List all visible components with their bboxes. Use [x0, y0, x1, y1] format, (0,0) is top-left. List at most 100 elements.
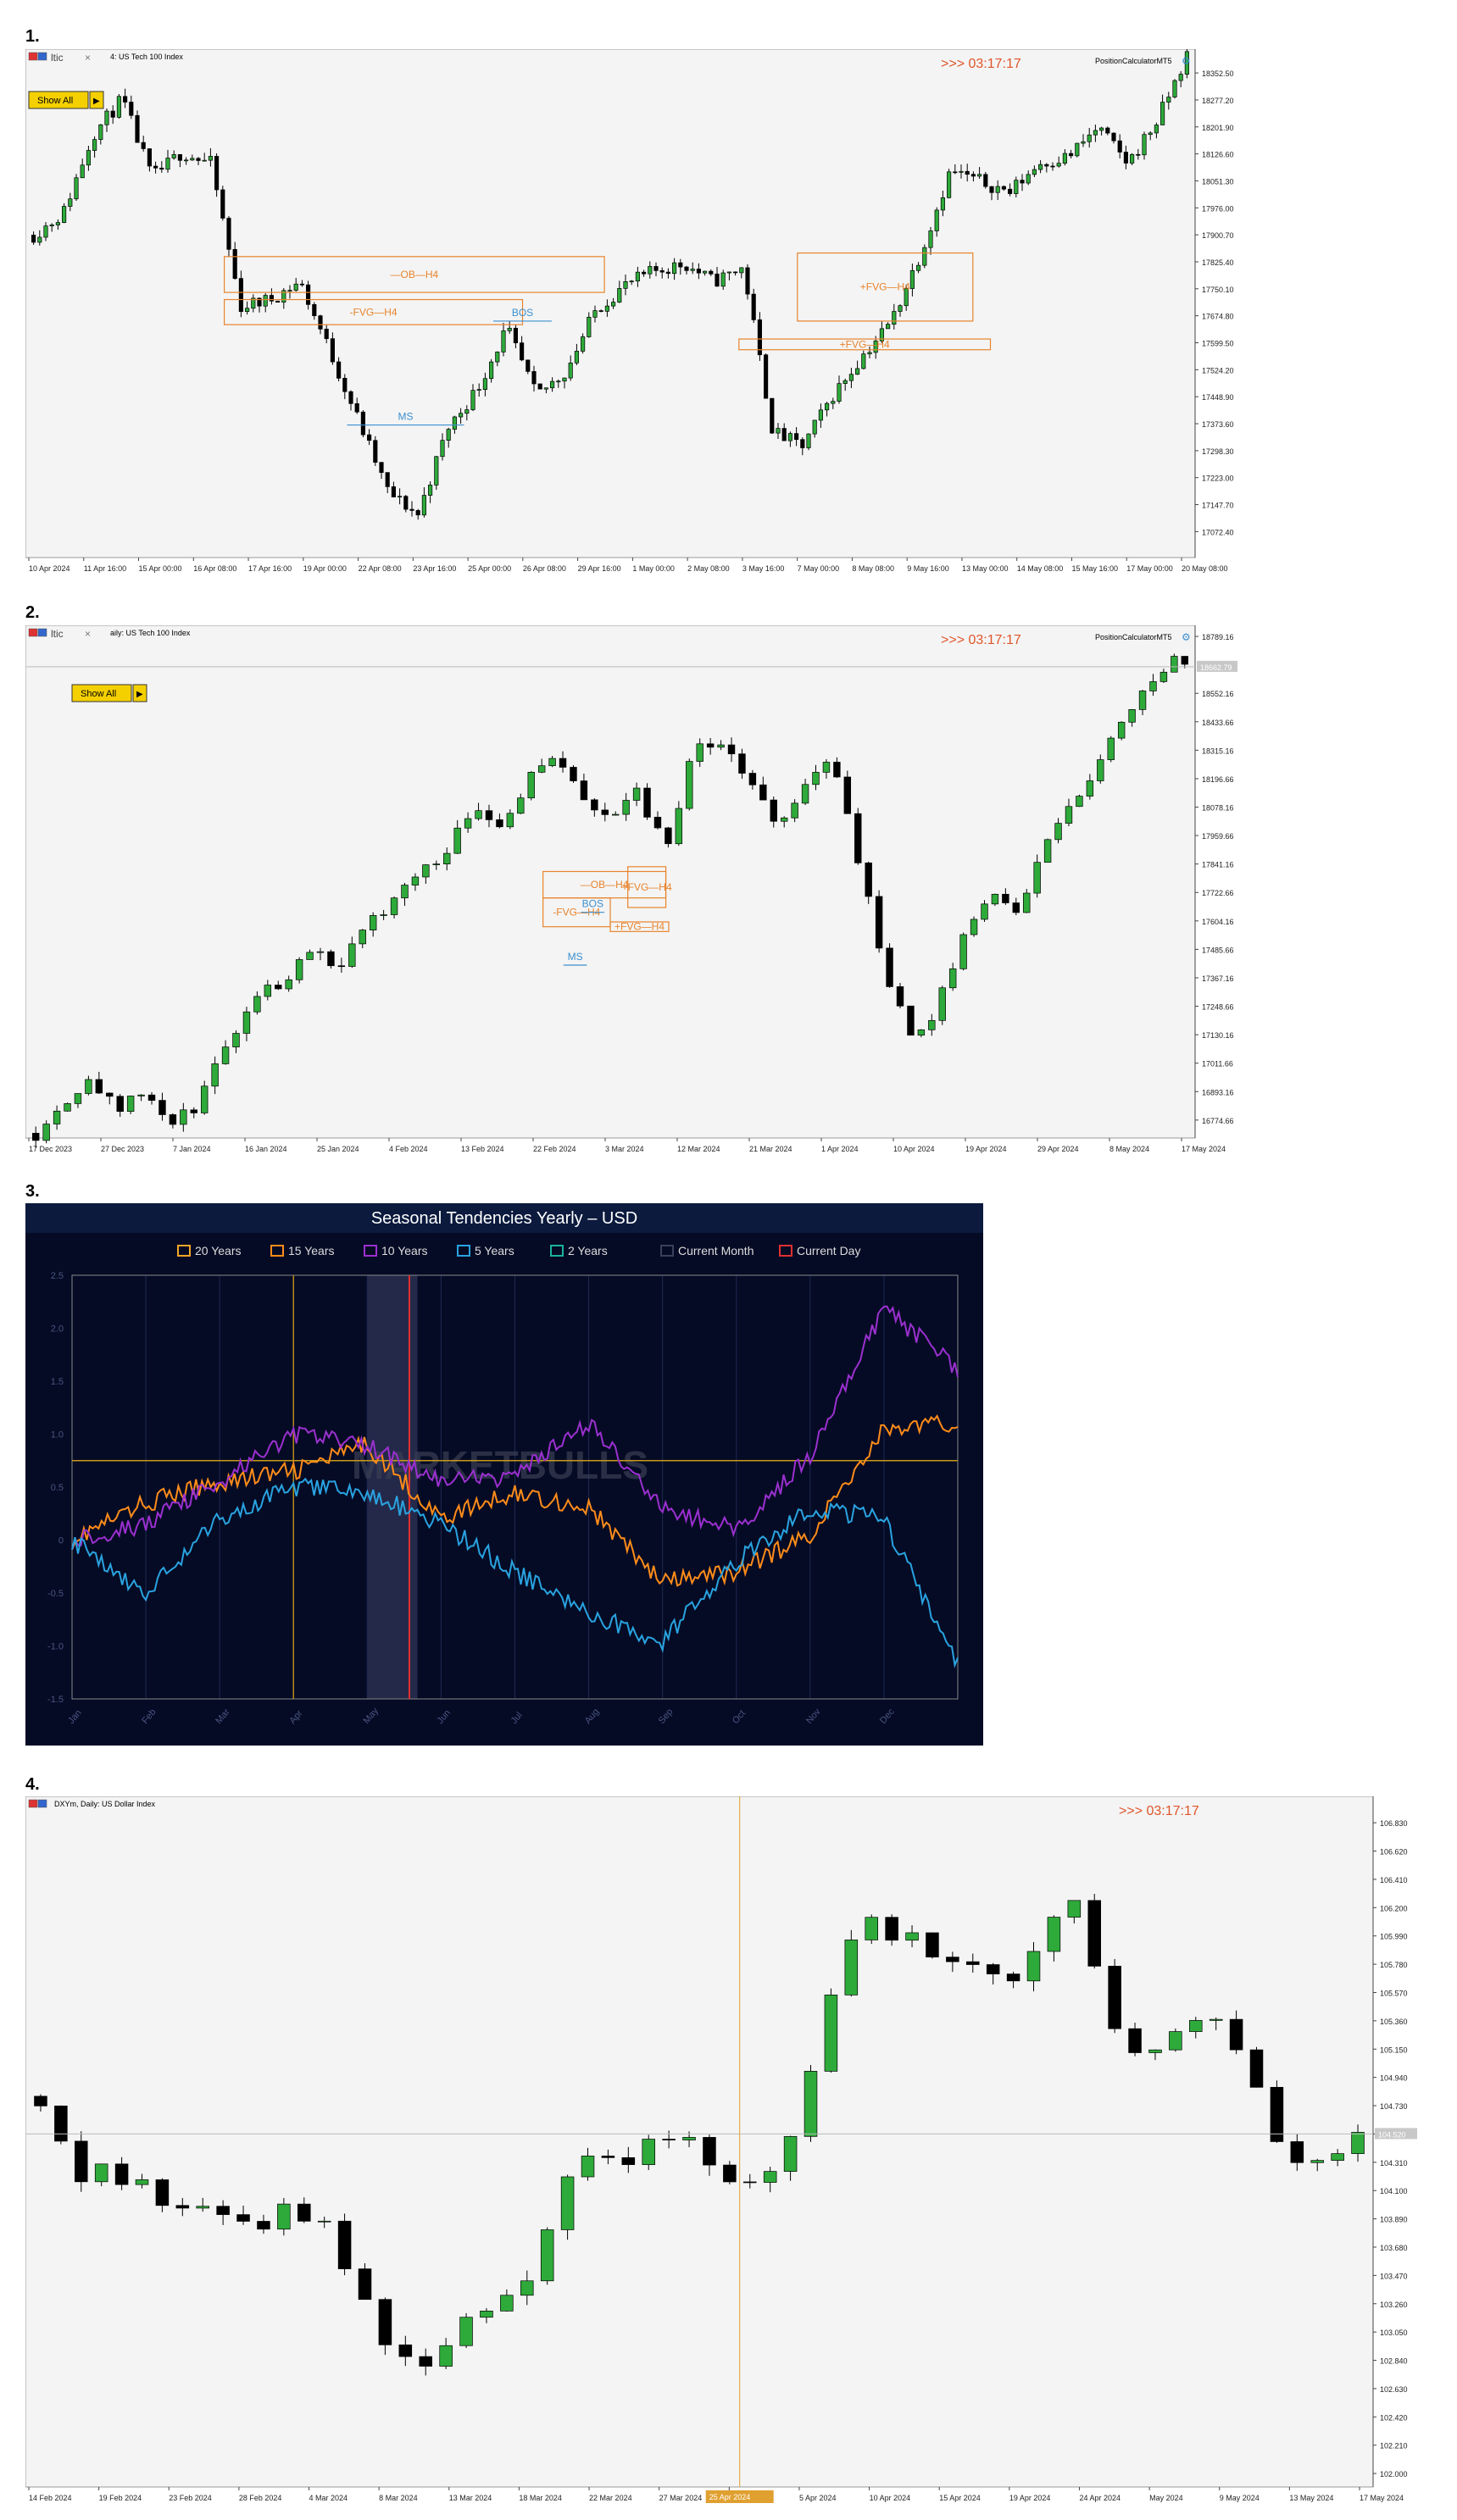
- candle-bear: [591, 799, 598, 811]
- candle-bull: [726, 271, 731, 274]
- y-tick-label: 17722.66: [1202, 889, 1234, 897]
- candle-bull: [80, 164, 85, 179]
- candle-bull: [905, 1932, 919, 1941]
- candle-bear: [232, 248, 237, 279]
- candle-bull: [611, 302, 616, 307]
- candle-bull: [1014, 180, 1019, 194]
- x-tick-label: 9 May 2024: [1220, 2494, 1260, 2502]
- candle-bear: [1001, 186, 1006, 190]
- candle-bear: [759, 784, 767, 801]
- candle-bear: [1012, 902, 1020, 913]
- x-tick-label: 17 May 2024: [1360, 2494, 1404, 2502]
- candle-bull: [221, 1046, 230, 1064]
- chart-title: Seasonal Tendencies Yearly – USD: [371, 1209, 637, 1228]
- candle-bear: [843, 776, 852, 814]
- y-tick-label: 103.260: [1380, 2301, 1408, 2309]
- candle-bull: [42, 1124, 50, 1141]
- candle-bear: [216, 2206, 230, 2215]
- candle-bull: [1033, 862, 1041, 894]
- candle-bull: [434, 456, 439, 486]
- x-tick-label: 17 May 00:00: [1126, 564, 1173, 573]
- candle-bull: [1056, 163, 1061, 167]
- candle-bull: [672, 262, 677, 275]
- chart-label-1: 1.: [25, 27, 40, 46]
- x-tick-label: 13 May 2024: [1289, 2494, 1333, 2502]
- candle-bear: [141, 142, 146, 149]
- candle-bear: [642, 271, 647, 275]
- candle-bear: [513, 327, 518, 344]
- candle-bear: [715, 273, 720, 287]
- candle-bull: [780, 817, 788, 822]
- candle-bear: [559, 758, 567, 768]
- candle-bull: [401, 885, 409, 899]
- candle-bear: [114, 2163, 129, 2185]
- candle-bull: [622, 800, 630, 815]
- position-calculator-label: PositionCalculatorMT5: [1095, 57, 1172, 65]
- candle-bull: [843, 380, 848, 384]
- y-tick-label: 17223.00: [1202, 475, 1234, 483]
- calculator-icon: ⚙: [1182, 631, 1191, 643]
- candle-bear: [398, 2344, 413, 2357]
- show-all-button[interactable]: Show All ▶: [71, 684, 147, 702]
- chart-1-nasdaq-h1[interactable]: 18352.50 18277.20 18201.90 18126.60 18051.30…: [25, 49, 1246, 576]
- candle-bull: [1067, 1900, 1082, 1918]
- candle-bull: [263, 295, 268, 307]
- candle-bull: [690, 269, 695, 271]
- candle-bear: [794, 433, 799, 441]
- candle-bear: [1123, 152, 1128, 164]
- candle-bear: [220, 189, 225, 219]
- candle-bull: [543, 387, 548, 390]
- candle-bull: [825, 402, 830, 411]
- candle-bull: [1097, 759, 1104, 781]
- candle-bull: [94, 2163, 108, 2183]
- candle-bull: [1023, 892, 1031, 913]
- candle-bull: [476, 389, 481, 391]
- candle-bear: [983, 174, 988, 187]
- candle-bull: [517, 797, 525, 814]
- show-all-button[interactable]: Show All ▶: [28, 91, 104, 109]
- candle-bear: [580, 780, 588, 801]
- candle-bear: [196, 158, 201, 161]
- countdown-timer: >>> 03:17:17: [1119, 1804, 1199, 1818]
- candle-bull: [865, 1917, 878, 1940]
- y-tick-label: 17147.70: [1202, 502, 1234, 510]
- y-tick-label: 17072.40: [1202, 528, 1234, 536]
- y-tick-label: 102.000: [1380, 2470, 1408, 2478]
- y-tick-label: 1.0: [51, 1430, 64, 1440]
- candle-bull: [1154, 125, 1159, 134]
- y-tick-label: 17298.30: [1202, 447, 1234, 456]
- candle-bear: [106, 1092, 114, 1097]
- y-tick-label: 0: [58, 1536, 64, 1546]
- y-tick-label: 102.840: [1380, 2357, 1408, 2366]
- candle-bull: [947, 171, 952, 198]
- candle-bull: [495, 352, 500, 363]
- candle-bull: [1149, 681, 1157, 691]
- candle-bull: [1117, 721, 1126, 739]
- chart-2-nasdaq-daily[interactable]: 18789.16 18552.16 18433.66 18315.16 18196.66…: [25, 625, 1237, 1155]
- candle-bull: [791, 802, 798, 819]
- candle-bull: [959, 934, 967, 969]
- x-tick-label: 11 Apr 16:00: [84, 564, 126, 573]
- chart-label-2: 2.: [25, 603, 40, 622]
- x-tick-label: 8 May 08:00: [852, 564, 894, 573]
- candle-bull: [1075, 142, 1080, 157]
- window-icon: [37, 1799, 47, 1808]
- y-tick-label: 106.410: [1380, 1876, 1408, 1884]
- candle-bear: [1290, 2141, 1304, 2163]
- candle-bear: [733, 271, 738, 274]
- candle-bull: [776, 428, 781, 434]
- candle-bull: [837, 383, 842, 402]
- candle-bear: [379, 462, 384, 473]
- y-tick-label: 0.5: [51, 1483, 64, 1493]
- candle-bull: [380, 914, 387, 916]
- candle-bull: [1159, 671, 1168, 682]
- candle-bear: [1069, 153, 1074, 157]
- candle-bear: [147, 1094, 156, 1101]
- candle-bull: [540, 2229, 554, 2282]
- candle-bull: [443, 852, 451, 864]
- candle-bull: [1087, 134, 1092, 142]
- candle-bear: [367, 434, 372, 441]
- chart-4-dxy-daily[interactable]: 106.830 106.620 106.410 106.200 105.990 105.7…: [25, 1796, 1432, 2508]
- candle-bull: [165, 158, 170, 170]
- x-tick-label: 8 Mar 2024: [379, 2494, 418, 2502]
